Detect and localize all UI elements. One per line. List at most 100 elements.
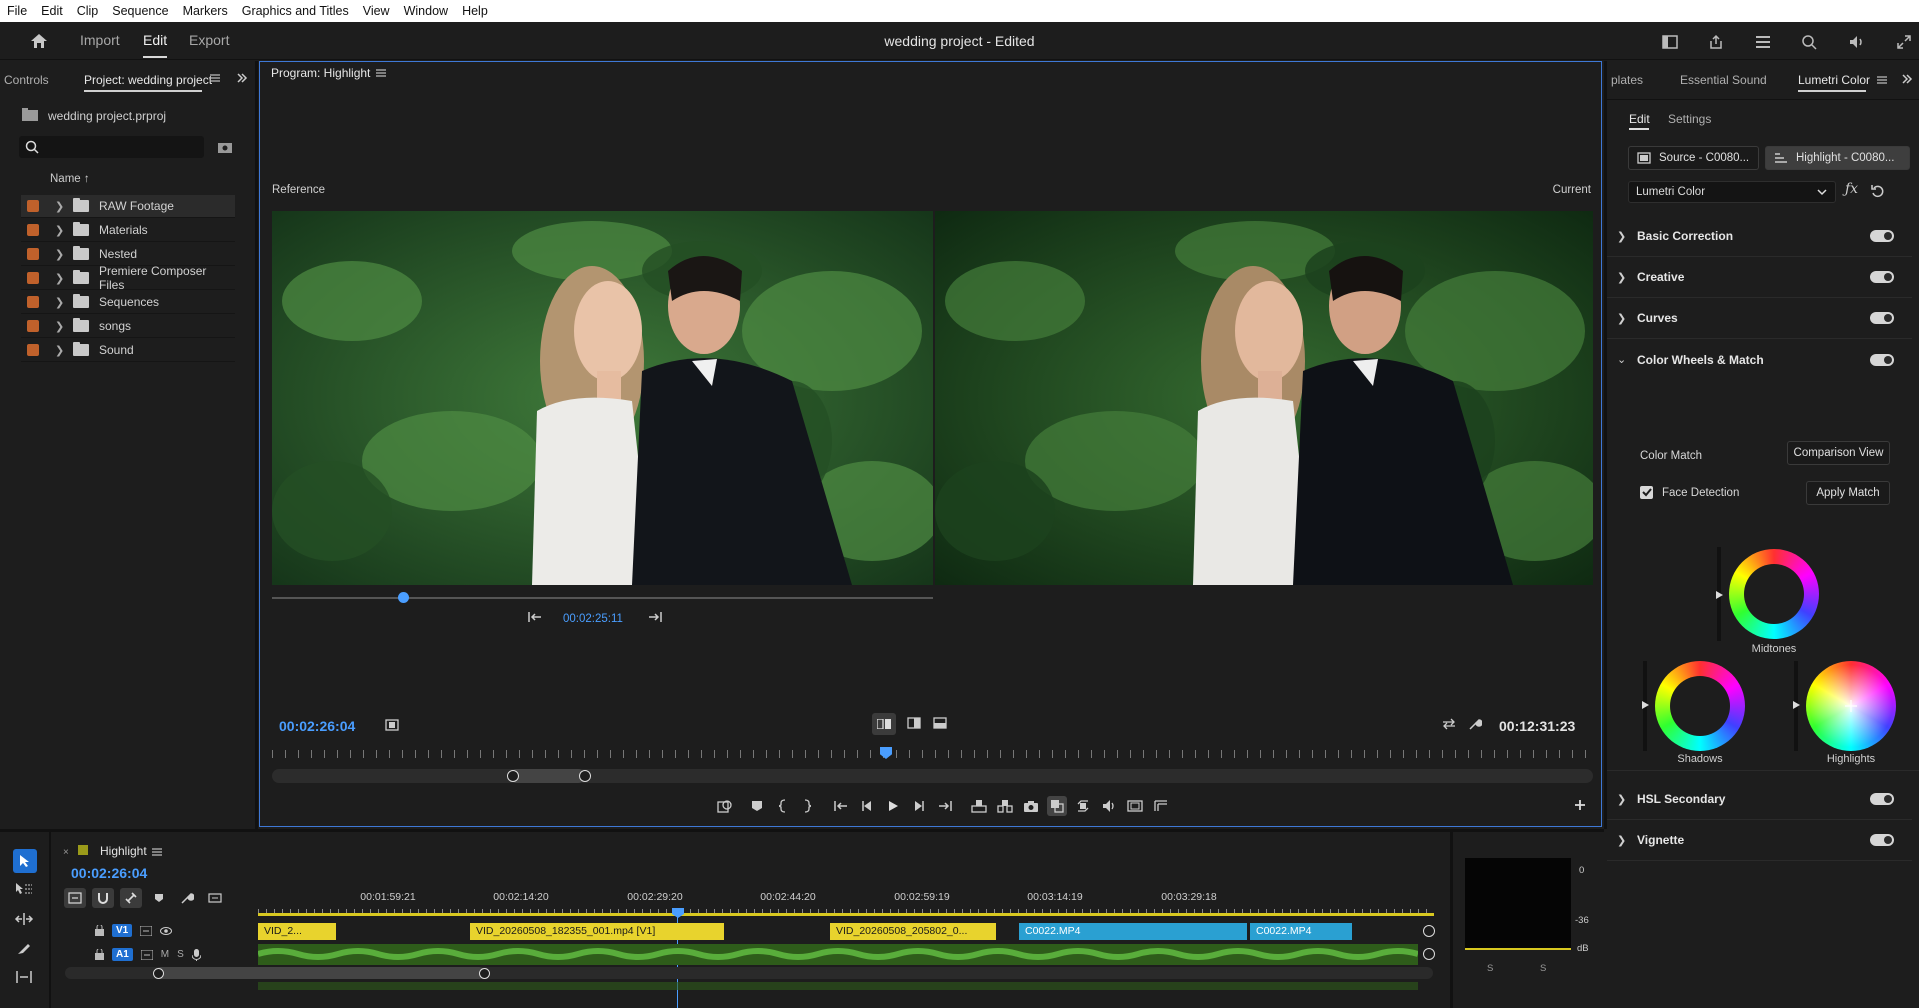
clip-vid-205802[interactable]: VID_20260508_205802_0... [830,923,996,940]
export-frame-icon[interactable] [1021,796,1041,816]
mark-out-icon[interactable] [797,796,817,816]
v1-eye-icon[interactable] [160,926,173,935]
chevron-right-icon[interactable]: ❯ [1617,230,1637,243]
midtones-slider-handle[interactable] [1716,591,1723,599]
search-input[interactable] [19,136,204,158]
clip-vid-2[interactable]: VID_2... [258,923,336,940]
lumetri-menu-icon[interactable] [1877,75,1887,85]
sequence-tab[interactable]: Highlight [100,844,147,858]
volume-icon[interactable] [1099,796,1119,816]
v1-target[interactable]: V1 [112,924,133,937]
tab-templates[interactable]: plates [1611,73,1643,87]
selection-tool-icon[interactable] [13,849,37,873]
folder-row[interactable]: ❯ Materials [21,219,235,242]
progress-icon[interactable] [1801,32,1817,52]
chevron-right-icon[interactable]: ❯ [55,200,65,213]
step-forward-icon[interactable] [909,796,929,816]
menu-help[interactable]: Help [455,4,495,18]
tab-essential-sound[interactable]: Essential Sound [1680,73,1767,87]
clip-vid-182355[interactable]: VID_20260508_182355_001.mp4 [V1] [470,923,724,940]
section-toggle[interactable] [1870,834,1894,846]
share-icon[interactable] [1708,32,1724,52]
comparison-view-button[interactable]: Comparison View [1787,441,1890,465]
go-to-in-point-icon[interactable] [831,796,851,816]
safe-margins-icon[interactable] [1125,796,1145,816]
section-toggle[interactable] [1870,793,1894,805]
v1-lock-icon[interactable] [95,925,104,936]
column-name[interactable]: Name ↑ [50,173,90,185]
label-color-swatch[interactable] [27,248,39,260]
reference-frame[interactable] [272,211,933,585]
reference-scrubber[interactable] [272,597,933,599]
timeline-timecode[interactable]: 00:02:26:04 [71,865,147,881]
v1-end-marker[interactable] [1423,925,1435,937]
chevron-right-icon[interactable]: ❯ [1617,271,1637,284]
clip-c0022-a[interactable]: C0022.MP4 [1019,923,1247,940]
chevron-right-icon[interactable]: ❯ [55,320,65,333]
add-marker-icon[interactable] [747,796,767,816]
program-menu-icon[interactable] [376,68,386,78]
program-zoom-bar[interactable] [272,769,1593,783]
timeline-settings-icon[interactable] [176,888,198,908]
lumetri-section[interactable]: ❯ Creative [1607,257,1912,298]
swap-icon[interactable] [1442,718,1456,730]
reference-scrubber-handle[interactable] [398,592,409,603]
fullscreen-icon[interactable] [1896,32,1912,52]
effect-dropdown[interactable]: Lumetri Color [1628,181,1836,203]
section-toggle[interactable] [1870,353,1894,366]
go-to-out-icon[interactable] [648,611,662,623]
midtones-wheel[interactable] [1729,549,1819,639]
folder-row[interactable]: ❯ Premiere Composer Files [21,264,235,292]
label-color-swatch[interactable] [27,224,39,236]
audio-icon[interactable] [1848,32,1866,52]
chevron-right-icon[interactable]: ❯ [55,224,65,237]
settings-wrench-icon[interactable] [1468,717,1482,731]
current-frame[interactable] [935,211,1593,585]
timeline-ruler[interactable]: 00:01:59:21 00:02:14:20 00:02:29:20 00:02:4… [258,887,1434,915]
lumetri-expand-icon[interactable] [1901,73,1913,85]
ripple-edit-tool-icon[interactable] [14,912,34,926]
folder-row[interactable]: ❯ songs [21,315,235,338]
vertical-split-icon[interactable] [907,717,921,729]
section-toggle[interactable] [1870,312,1894,324]
zoom-handle-right[interactable] [579,770,591,782]
lift-icon[interactable] [715,796,735,816]
workspaces-icon[interactable] [1662,32,1678,52]
program-zoom-bar-thumb[interactable] [510,769,585,783]
panel-menu-icon[interactable] [210,73,220,83]
label-color-swatch[interactable] [27,296,39,308]
folder-row[interactable]: ❯ Sequences [21,291,235,314]
menu-view[interactable]: View [356,4,397,18]
nest-icon[interactable] [64,888,86,908]
a1-sync-icon[interactable] [140,949,153,960]
side-by-side-icon[interactable] [872,713,896,735]
expand-panels-icon[interactable] [236,72,248,84]
step-back-icon[interactable] [857,796,877,816]
fx-icon[interactable]: ƒx [1845,181,1858,197]
folder-row[interactable]: ❯ RAW Footage [21,195,235,218]
menu-edit[interactable]: Edit [34,4,70,18]
a1-target[interactable]: A1 [112,948,133,961]
timeline-zoom-handle-left[interactable] [153,968,164,979]
horizontal-split-icon[interactable] [933,717,947,729]
menu-sequence[interactable]: Sequence [105,4,175,18]
shadows-slider-handle[interactable] [1642,701,1649,709]
chevron-right-icon[interactable]: ❯ [55,296,65,309]
extract-icon[interactable] [995,796,1015,816]
razor-tool-icon[interactable] [16,940,32,956]
reset-icon[interactable] [1871,184,1885,198]
select-zoom-icon[interactable] [385,719,399,731]
new-search-bin-icon[interactable] [218,141,232,153]
captions-icon[interactable] [204,888,226,908]
chevron-right-icon[interactable]: ❯ [55,272,65,285]
folder-row[interactable]: ❯ Nested [21,243,235,266]
lumetri-section[interactable]: ⌄ Color Wheels & Match [1607,339,1912,380]
a1-mic-icon[interactable] [191,948,201,961]
highlights-slider-handle[interactable] [1793,701,1800,709]
chevron-down-icon[interactable]: ⌄ [1617,353,1637,366]
chevron-right-icon[interactable]: ❯ [1617,793,1637,806]
program-time-ruler[interactable] [272,750,1593,758]
lift-edit-icon[interactable] [969,796,989,816]
menu-window[interactable]: Window [397,4,455,18]
folder-row[interactable]: ❯ Sound [21,339,235,362]
